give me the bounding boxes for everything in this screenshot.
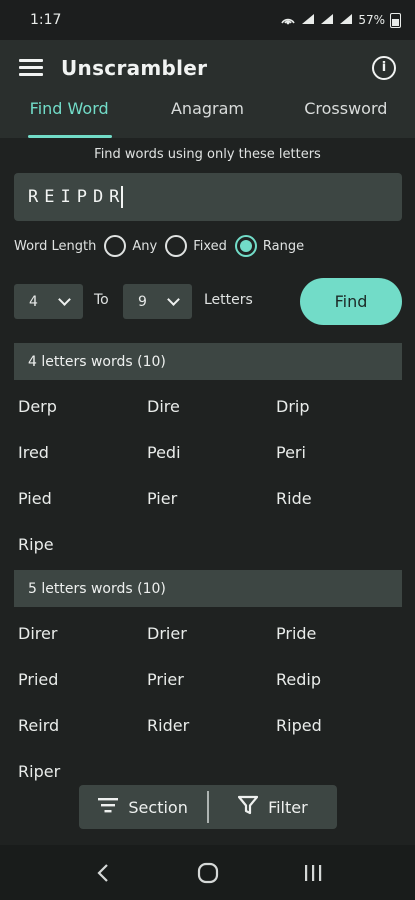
status-time: 1:17 [30, 12, 62, 28]
word-item[interactable]: Prier [147, 670, 184, 689]
section-filter-bar: Section Filter [79, 785, 337, 829]
home-icon[interactable] [188, 853, 228, 893]
max-length-value: 9 [138, 293, 147, 310]
word-item[interactable]: Direr [18, 624, 57, 643]
word-item[interactable]: Ripe [18, 535, 54, 554]
word-item[interactable]: Riped [276, 716, 322, 735]
tab-find-word[interactable]: Find Word [0, 95, 138, 138]
word-item[interactable]: Ired [18, 443, 49, 462]
word-length-label: Word Length [14, 238, 97, 254]
word-item[interactable]: Riper [18, 762, 60, 781]
radio-any-label: Any [132, 238, 158, 254]
word-item[interactable]: Dire [147, 397, 180, 416]
radio-range-label: Range [262, 238, 305, 254]
radio-fixed-label: Fixed [193, 238, 227, 254]
word-item[interactable]: Pied [18, 489, 52, 508]
word-item[interactable]: Pride [276, 624, 316, 643]
find-button[interactable]: Find [300, 278, 402, 325]
menu-icon[interactable] [19, 56, 43, 80]
sort-icon [98, 797, 119, 817]
letters-input[interactable]: REIPDR [14, 173, 402, 221]
cellular-icon [339, 13, 353, 28]
tab-anagram[interactable]: Anagram [138, 95, 276, 138]
tab-crossword[interactable]: Crossword [277, 95, 415, 138]
section-label: Section [128, 797, 188, 817]
section-header-5-letters[interactable]: 5 letters words (10) [14, 570, 402, 607]
section-button[interactable]: Section [79, 797, 207, 817]
radio-any[interactable]: Any [104, 235, 157, 257]
hotspot-icon [280, 13, 296, 28]
chevron-down-icon [58, 292, 71, 306]
word-item[interactable]: Pried [18, 670, 58, 689]
word-length-row: Word Length Any Fixed Range [14, 234, 304, 258]
word-item[interactable]: Redip [276, 670, 321, 689]
signal-icon [301, 13, 315, 28]
word-item[interactable]: Pedi [147, 443, 181, 462]
tab-bar: Find Word Anagram Crossword [0, 95, 415, 138]
system-nav-bar [0, 845, 415, 900]
recents-icon[interactable] [293, 853, 333, 893]
battery-icon [390, 12, 401, 28]
wifi-signal-icon [320, 13, 334, 28]
word-item[interactable]: Pier [147, 489, 177, 508]
radio-fixed[interactable]: Fixed [165, 235, 227, 257]
filter-label: Filter [268, 797, 308, 817]
word-item[interactable]: Ride [276, 489, 312, 508]
min-length-select[interactable]: 4 [14, 284, 83, 319]
radio-any-circle [104, 235, 127, 257]
letters-label: Letters [204, 292, 253, 308]
info-icon[interactable]: i [372, 55, 396, 80]
to-label: To [94, 292, 109, 308]
status-bar: 1:17 57% [0, 0, 415, 40]
word-item[interactable]: Drier [147, 624, 187, 643]
word-item[interactable]: Rider [147, 716, 189, 735]
app-title: Unscrambler [61, 55, 208, 80]
back-icon[interactable] [83, 853, 123, 893]
word-item[interactable]: Reird [18, 716, 59, 735]
filter-icon [237, 795, 259, 819]
max-length-select[interactable]: 9 [123, 284, 192, 319]
word-item[interactable]: Derp [18, 397, 57, 416]
section-header-4-letters[interactable]: 4 letters words (10) [14, 343, 402, 380]
letters-value: REIPDR [28, 187, 126, 207]
text-caret [121, 186, 124, 208]
filter-button[interactable]: Filter [209, 795, 337, 819]
app-bar: Unscrambler i Find Word Anagram Crosswor… [0, 40, 415, 138]
min-length-value: 4 [29, 293, 38, 310]
word-item[interactable]: Drip [276, 397, 310, 416]
chevron-down-icon [167, 292, 180, 306]
radio-fixed-circle [165, 235, 188, 257]
radio-range[interactable]: Range [234, 235, 305, 257]
status-icons: 57% [280, 12, 401, 28]
battery-percent: 57% [358, 13, 385, 27]
word-item[interactable]: Peri [276, 443, 306, 462]
finder-hint: Find words using only these letters [94, 147, 321, 162]
radio-range-circle [234, 235, 257, 257]
